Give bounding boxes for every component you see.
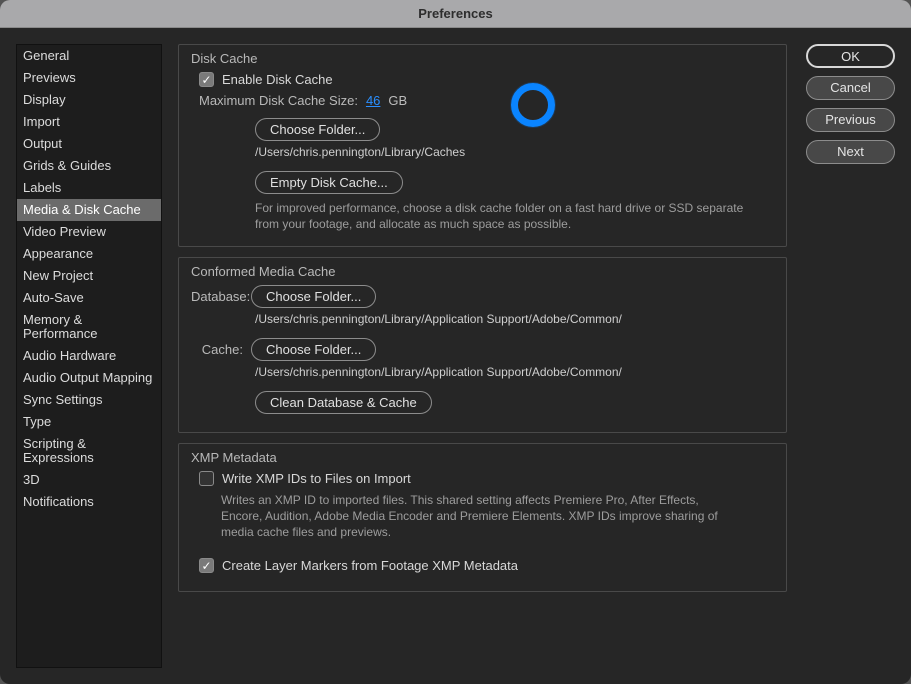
cache-choose-folder-button[interactable]: Choose Folder... [251,338,376,361]
sidebar-item-type[interactable]: Type [17,411,161,433]
clean-database-cache-button[interactable]: Clean Database & Cache [255,391,432,414]
sidebar-item-grids-guides[interactable]: Grids & Guides [17,155,161,177]
disk-cache-size-input[interactable]: 46 [366,93,380,108]
dialog-buttons: OK Cancel Previous Next [806,44,895,164]
sidebar-item-auto-save[interactable]: Auto-Save [17,287,161,309]
section-title: XMP Metadata [191,450,774,465]
create-layer-markers-label: Create Layer Markers from Footage XMP Me… [222,558,518,573]
section-xmp-metadata: XMP Metadata Write XMP IDs to Files on I… [178,443,787,592]
check-icon: ✓ [201,560,211,572]
check-icon: ✓ [201,74,211,86]
empty-disk-cache-button[interactable]: Empty Disk Cache... [255,171,403,194]
sidebar-item-audio-hardware[interactable]: Audio Hardware [17,345,161,367]
sidebar-item-import[interactable]: Import [17,111,161,133]
enable-disk-cache-checkbox[interactable]: ✓ [199,72,214,87]
sidebar-item-labels[interactable]: Labels [17,177,161,199]
sidebar-item-new-project[interactable]: New Project [17,265,161,287]
section-title: Conformed Media Cache [191,264,774,279]
write-xmp-ids-checkbox[interactable] [199,471,214,486]
preferences-main: Disk Cache ✓ Enable Disk Cache Maximum D… [178,44,895,668]
sidebar-item-output[interactable]: Output [17,133,161,155]
disk-cache-size-unit: GB [388,93,407,108]
database-path: /Users/chris.pennington/Library/Applicat… [255,312,774,326]
enable-disk-cache-label: Enable Disk Cache [222,72,333,87]
sidebar-item-previews[interactable]: Previews [17,67,161,89]
create-layer-markers-checkbox[interactable]: ✓ [199,558,214,573]
window-title: Preferences [0,0,911,28]
disk-cache-hint: For improved performance, choose a disk … [255,200,765,232]
sidebar-item-3d[interactable]: 3D [17,469,161,491]
write-xmp-hint: Writes an XMP ID to imported files. This… [221,492,731,540]
database-label: Database: [191,289,243,304]
sidebar-item-video-preview[interactable]: Video Preview [17,221,161,243]
database-choose-folder-button[interactable]: Choose Folder... [251,285,376,308]
sidebar-item-audio-output-mapping[interactable]: Audio Output Mapping [17,367,161,389]
sidebar-item-sync-settings[interactable]: Sync Settings [17,389,161,411]
previous-button[interactable]: Previous [806,108,895,132]
section-disk-cache: Disk Cache ✓ Enable Disk Cache Maximum D… [178,44,787,247]
ok-button[interactable]: OK [806,44,895,68]
max-disk-cache-label: Maximum Disk Cache Size: [199,93,358,108]
preferences-sidebar: GeneralPreviewsDisplayImportOutputGrids … [16,44,162,668]
cache-label: Cache: [191,342,243,357]
sidebar-item-appearance[interactable]: Appearance [17,243,161,265]
choose-folder-button[interactable]: Choose Folder... [255,118,380,141]
cancel-button[interactable]: Cancel [806,76,895,100]
section-title: Disk Cache [191,51,774,66]
sidebar-item-notifications[interactable]: Notifications [17,491,161,513]
write-xmp-ids-label: Write XMP IDs to Files on Import [222,471,411,486]
sidebar-item-media-disk-cache[interactable]: Media & Disk Cache [17,199,161,221]
section-conformed-media-cache: Conformed Media Cache Database: Choose F… [178,257,787,433]
cache-path: /Users/chris.pennington/Library/Applicat… [255,365,774,379]
sidebar-item-general[interactable]: General [17,45,161,67]
sidebar-item-memory-performance[interactable]: Memory & Performance [17,309,161,345]
sidebar-item-display[interactable]: Display [17,89,161,111]
next-button[interactable]: Next [806,140,895,164]
sidebar-item-scripting-expressions[interactable]: Scripting & Expressions [17,433,161,469]
disk-cache-path: /Users/chris.pennington/Library/Caches [255,145,774,159]
